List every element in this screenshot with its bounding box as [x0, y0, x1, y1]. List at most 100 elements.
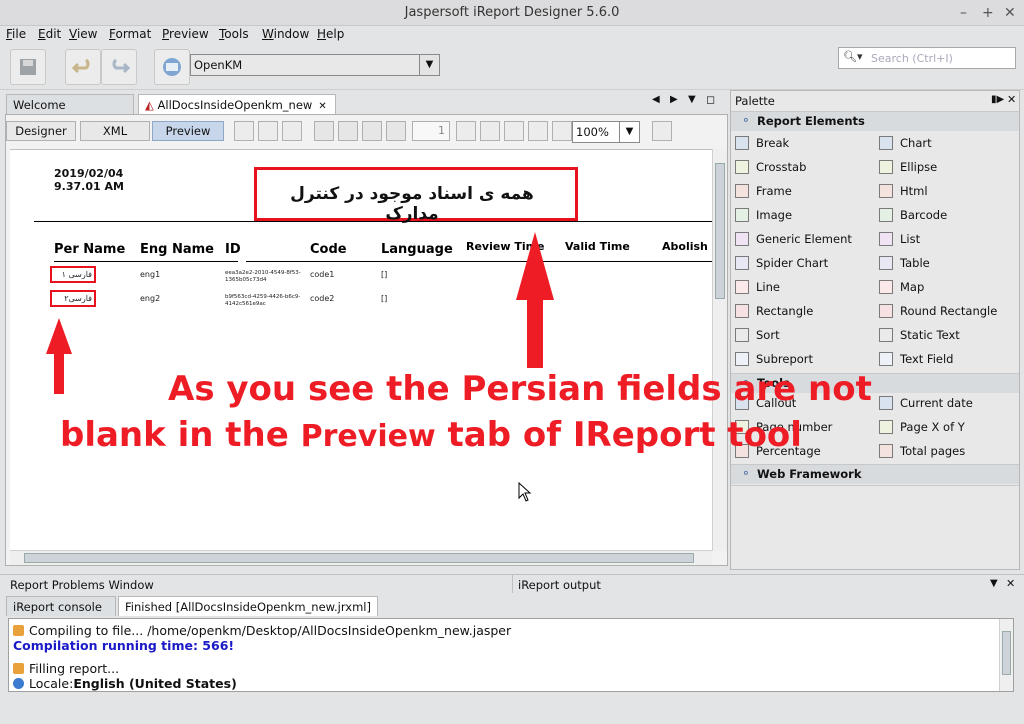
- print-icon[interactable]: [282, 121, 302, 141]
- tab-alldocs[interactable]: ◭ AllDocsInsideOpenkm_new ✕: [138, 94, 336, 114]
- zoom-out-icon[interactable]: [552, 121, 572, 141]
- menu-window[interactable]: Window: [262, 27, 309, 41]
- palette-item-total-pages[interactable]: Total pages: [879, 444, 965, 458]
- undo-button[interactable]: [65, 49, 101, 85]
- palette-item-image[interactable]: Image: [735, 208, 792, 222]
- palette-item-list[interactable]: List: [879, 232, 920, 246]
- console-line: Locale: English (United States): [13, 676, 237, 691]
- actual-size-icon[interactable]: [456, 121, 476, 141]
- palette-item-generic-element[interactable]: Generic Element: [735, 232, 852, 246]
- datasource-select[interactable]: OpenKM ▼: [190, 54, 440, 76]
- palette-item-current-date[interactable]: Current date: [879, 396, 973, 410]
- scroll-thumb[interactable]: [1002, 631, 1011, 675]
- annotation-line-1: As you see the Persian fields are not: [168, 369, 872, 409]
- menu-tools[interactable]: Tools: [219, 27, 249, 41]
- next-page-icon[interactable]: [362, 121, 382, 141]
- palette-minimize-icon[interactable]: ▮▶: [991, 94, 1004, 105]
- palette-item-page-x-of-y[interactable]: Page X of Y: [879, 420, 965, 434]
- preview-horizontal-scrollbar[interactable]: [10, 550, 712, 565]
- minimize-icon[interactable]: –: [960, 0, 967, 26]
- palette-item-label: Subreport: [756, 352, 814, 366]
- tab-ireport-console[interactable]: iReport console: [6, 596, 116, 616]
- search-input[interactable]: 🔍︎▾ Search (Ctrl+I): [838, 47, 1016, 69]
- console-line: Compiling to file... /home/openkm/Deskto…: [13, 623, 511, 638]
- annotation-part: tab of IReport tool: [435, 415, 802, 455]
- maximize-icon[interactable]: ◻: [706, 93, 715, 106]
- console-scrollbar[interactable]: [999, 619, 1013, 691]
- previous-page-icon[interactable]: [338, 121, 358, 141]
- preview-view-button[interactable]: Preview: [152, 121, 224, 141]
- console-line: Compilation running time: 566!: [13, 638, 234, 653]
- palette-item-chart[interactable]: Chart: [879, 136, 932, 150]
- save-all-button[interactable]: [10, 49, 46, 85]
- preview-vertical-scrollbar[interactable]: [712, 149, 727, 551]
- palette-item-text-field[interactable]: Text Field: [879, 352, 953, 366]
- last-page-icon[interactable]: [386, 121, 406, 141]
- tab-label: Finished [AllDocsInsideOpenkm_new.jrxml]: [125, 600, 371, 614]
- id-part: b9f563cd-4259-4426-b6c9-: [225, 294, 301, 300]
- export-icon[interactable]: [652, 121, 672, 141]
- palette-item-label: Total pages: [900, 444, 966, 458]
- break-icon: [735, 136, 749, 150]
- palette-item-sort[interactable]: Sort: [735, 328, 780, 342]
- designer-view-button[interactable]: Designer: [6, 121, 76, 141]
- tab-welcome-window[interactable]: Welcome Window✕: [6, 94, 134, 126]
- palette-item-rectangle[interactable]: Rectangle: [735, 304, 813, 318]
- tab-scroll-left-icon[interactable]: ◀: [652, 94, 660, 105]
- problems-window-title[interactable]: Report Problems Window: [10, 578, 154, 592]
- tab-scroll-right-icon[interactable]: ▶: [670, 94, 678, 105]
- palette-item-subreport[interactable]: Subreport: [735, 352, 813, 366]
- redo-button[interactable]: [101, 49, 137, 85]
- menu-down-icon[interactable]: ▼: [990, 578, 998, 589]
- maximize-icon[interactable]: +: [982, 0, 994, 26]
- palette-item-map[interactable]: Map: [879, 280, 924, 294]
- tab-list-icon[interactable]: ▼: [688, 94, 696, 105]
- palette-group-report-elements[interactable]: ⚬ Report Elements: [731, 111, 1019, 131]
- scroll-thumb[interactable]: [715, 163, 725, 299]
- chevron-down-icon[interactable]: ▼: [619, 122, 639, 142]
- datasource-button[interactable]: [154, 49, 190, 85]
- refresh-icon[interactable]: [234, 121, 254, 141]
- zoom-select[interactable]: 100% ▼: [572, 121, 640, 143]
- palette-item-spider-chart[interactable]: Spider Chart: [735, 256, 828, 270]
- menu-edit[interactable]: Edit: [38, 27, 61, 41]
- close-icon[interactable]: ✕: [1006, 577, 1015, 590]
- close-icon[interactable]: ✕: [318, 101, 326, 112]
- close-icon[interactable]: ✕: [1007, 93, 1016, 106]
- page-number-field[interactable]: 1: [412, 121, 450, 141]
- palette-item-label: Current date: [900, 396, 973, 410]
- menu-help[interactable]: Help: [317, 27, 344, 41]
- palette-item-frame[interactable]: Frame: [735, 184, 792, 198]
- menu-format[interactable]: Format: [109, 27, 151, 41]
- palette-group-web-framework[interactable]: ⚬ Web Framework: [731, 464, 1019, 484]
- palette-item-line[interactable]: Line: [735, 280, 780, 294]
- palette-item-barcode[interactable]: Barcode: [879, 208, 947, 222]
- palette-item-html[interactable]: Html: [879, 184, 928, 198]
- frame-icon: [735, 184, 749, 198]
- menu-preview[interactable]: Preview: [162, 27, 209, 41]
- menu-view[interactable]: View: [69, 27, 97, 41]
- tab-finished[interactable]: Finished [AllDocsInsideOpenkm_new.jrxml]: [118, 596, 378, 616]
- menu-file[interactable]: File: [6, 27, 26, 41]
- palette-item-crosstab[interactable]: Crosstab: [735, 160, 806, 174]
- output-window-title[interactable]: iReport output: [518, 578, 601, 592]
- palette-item-round-rectangle[interactable]: Round Rectangle: [879, 304, 997, 318]
- chart-icon: [879, 136, 893, 150]
- fit-page-icon[interactable]: [480, 121, 500, 141]
- first-page-icon[interactable]: [314, 121, 334, 141]
- scroll-thumb[interactable]: [24, 553, 694, 563]
- chevron-down-icon[interactable]: ▼: [419, 55, 439, 75]
- close-icon[interactable]: ✕: [1004, 0, 1016, 26]
- palette-item-static-text[interactable]: Static Text: [879, 328, 960, 342]
- zoom-in-icon[interactable]: [528, 121, 548, 141]
- report-title: همه ی اسناد موجود در کنترل مدارک: [290, 184, 534, 224]
- fit-width-icon[interactable]: [504, 121, 524, 141]
- save-icon[interactable]: [258, 121, 278, 141]
- red-arrow-up-icon: [516, 232, 554, 368]
- palette-item-ellipse[interactable]: Ellipse: [879, 160, 937, 174]
- palette-item-table[interactable]: Table: [879, 256, 930, 270]
- xml-view-button[interactable]: XML: [80, 121, 150, 141]
- palette-item-label: Rectangle: [756, 304, 814, 318]
- table-cell: []: [381, 294, 388, 303]
- palette-item-break[interactable]: Break: [735, 136, 789, 150]
